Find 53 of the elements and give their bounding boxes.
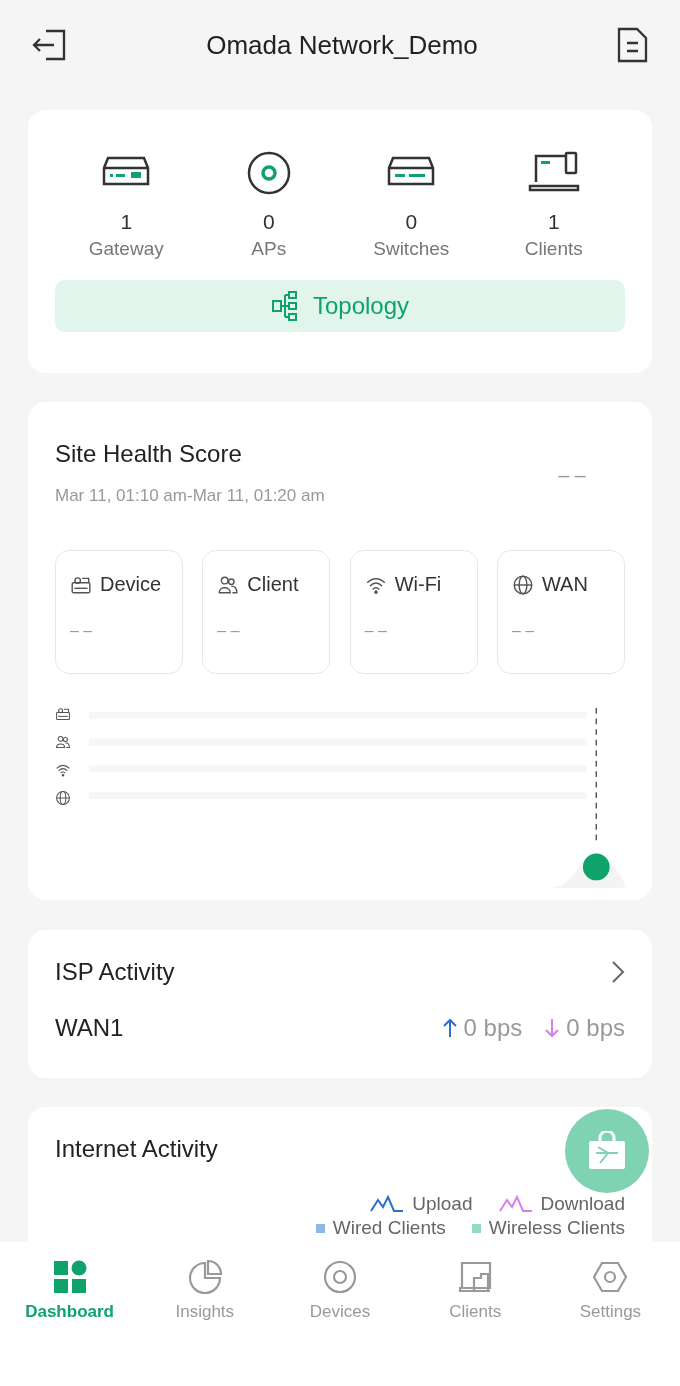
download-rate: 0 bps [566, 1014, 625, 1042]
health-score: – – [558, 464, 586, 487]
category-label: Client [247, 573, 299, 596]
upload-arrow-icon [441, 1018, 458, 1038]
topology-icon [270, 291, 299, 321]
device-label: Switches [373, 238, 450, 260]
card-title: Site Health Score [55, 439, 243, 468]
legend-label: Download [540, 1193, 625, 1215]
document-button[interactable] [616, 27, 648, 63]
legend-label: Upload [412, 1193, 473, 1215]
legend-label: Wireless Clients [488, 1217, 625, 1239]
logout-button[interactable] [30, 28, 68, 62]
time-range: Mar 11, 01:10 am-Mar 11, 01:20 am [55, 486, 326, 506]
bag-arrow-icon [586, 1131, 628, 1171]
globe-icon [55, 790, 71, 806]
topology-button[interactable]: Topology [55, 280, 625, 332]
tab[interactable]: Clients [407, 1258, 543, 1322]
device-icon [55, 706, 71, 722]
tab[interactable]: Dashboard [2, 1258, 138, 1322]
wifi-icon [55, 762, 71, 778]
category-label: WAN [542, 573, 588, 596]
legend-label: Wired Clients [332, 1217, 446, 1239]
card-title: ISP Activity [55, 958, 175, 986]
health-category-card[interactable]: WAN – – [497, 550, 625, 674]
tab[interactable]: Devices [272, 1258, 408, 1322]
card-title: Internet Activity [55, 1135, 218, 1163]
device-label: Gateway [88, 238, 164, 260]
category-label: Wi-Fi [394, 573, 442, 596]
network-title: Omada Network_Demo [206, 29, 478, 61]
isp-activity-card[interactable]: ISP Activity WAN1 0 bps 0 bps [28, 930, 652, 1078]
users-icon [55, 734, 71, 750]
device-label: Clients [524, 238, 583, 260]
wan-name: WAN1 [55, 1014, 124, 1042]
tab[interactable]: Settings [542, 1258, 678, 1322]
category-label: Device [100, 573, 162, 596]
globe-icon [512, 573, 534, 596]
devices-icon [321, 1258, 359, 1296]
device-count: 1 [120, 210, 133, 234]
category-score: – – [70, 622, 94, 640]
health-category-card[interactable]: Client – – [202, 550, 331, 674]
download-arrow-icon [544, 1018, 561, 1038]
device-label: APs [251, 238, 287, 260]
category-score: – – [217, 622, 241, 640]
health-category-card[interactable]: Wi-Fi – – [349, 550, 478, 674]
device-count: 0 [405, 210, 418, 234]
device-count: 1 [547, 210, 560, 234]
chevron-right-icon [611, 960, 625, 984]
health-category-card[interactable]: Device – – [55, 550, 183, 674]
device-count: 0 [262, 210, 275, 234]
category-score: – – [512, 622, 536, 640]
upload-rate: 0 bps [463, 1014, 523, 1042]
tab[interactable]: Insights [137, 1258, 273, 1322]
category-score: – – [364, 622, 388, 640]
